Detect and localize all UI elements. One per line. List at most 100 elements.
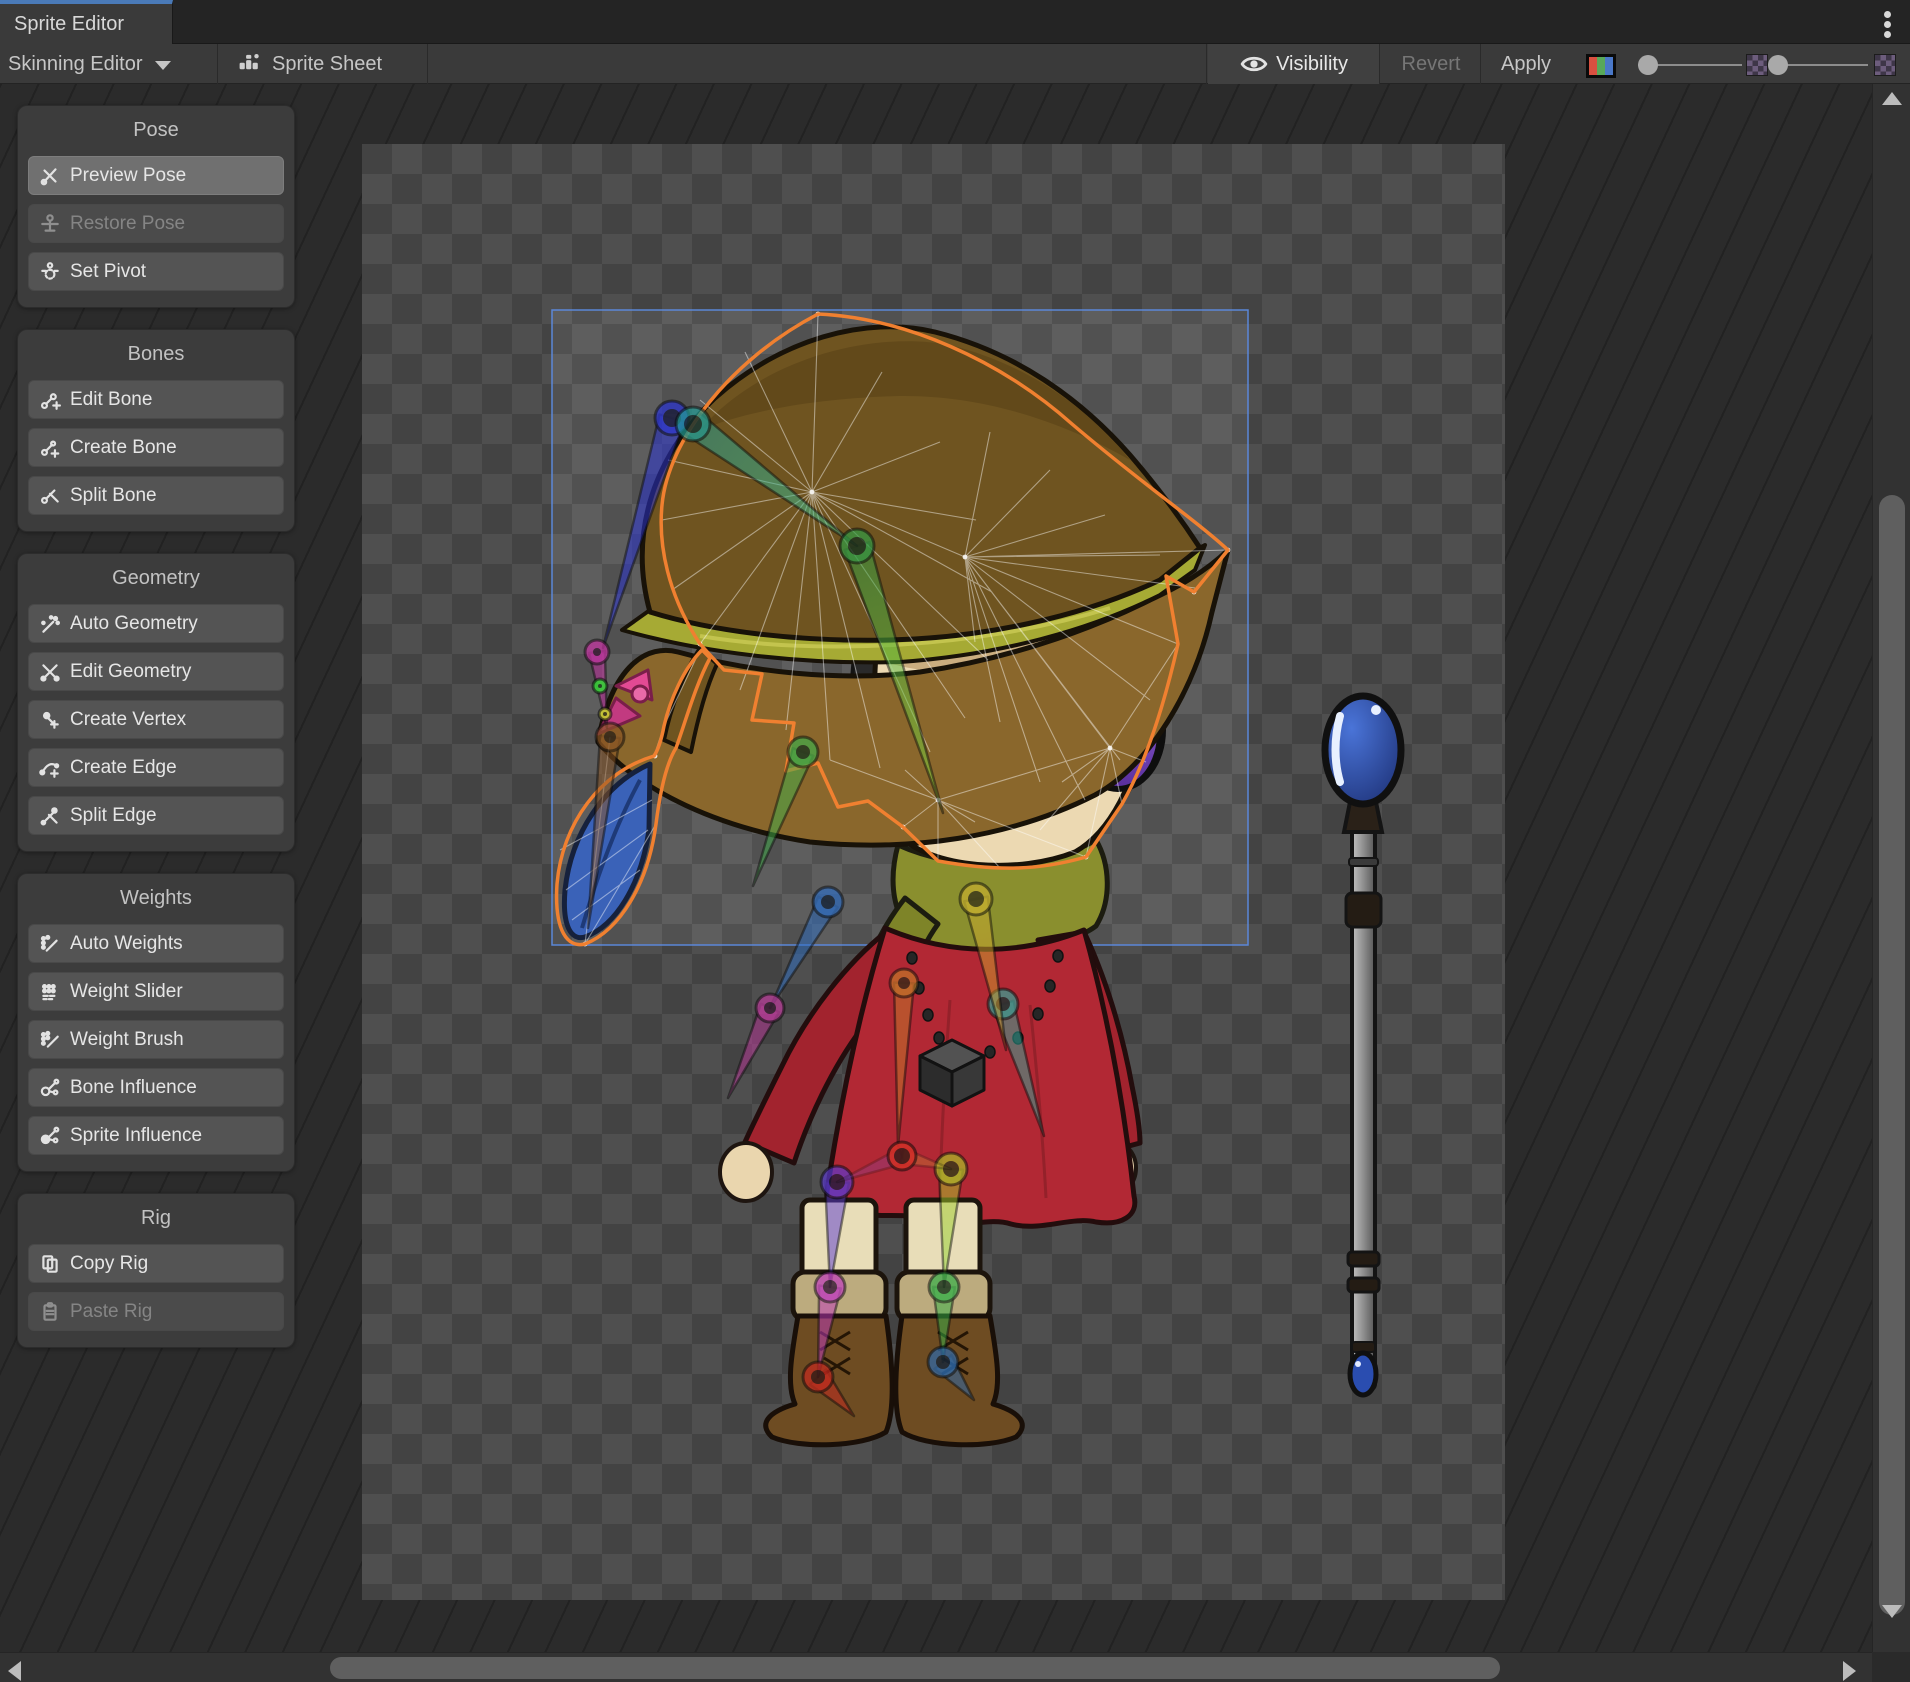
create-vertex-icon [39,709,61,731]
copy-rig-button[interactable]: Copy Rig [28,1244,284,1283]
revert-label: Revert [1402,53,1461,76]
tab-sprite-editor[interactable]: Sprite Editor [0,0,173,44]
joint-tail-joint-yellow[interactable] [599,708,611,720]
preview-pose-button[interactable]: Preview Pose [28,156,284,195]
button-label: Create Vertex [70,709,186,731]
apply-button[interactable]: Apply [1482,44,1570,84]
panel-pose: Pose Preview Pose Restore Pose Set Pivot [17,105,295,308]
panel-title: Rig [18,1204,294,1232]
button-label: Weight Brush [70,1029,184,1051]
visibility-label: Visibility [1276,53,1348,76]
vertical-scroll-thumb[interactable] [1879,495,1905,1615]
create-edge-button[interactable]: Create Edge [28,748,284,787]
button-label: Split Bone [70,485,157,507]
panel-title: Weights [18,884,294,912]
edit-geometry-button[interactable]: Edit Geometry [28,652,284,691]
copy-rig-icon [39,1253,61,1275]
button-label: Split Edge [70,805,157,827]
rgb-channels-swatch[interactable] [1586,54,1616,78]
auto-geometry-icon [39,613,61,635]
horizontal-scroll-thumb[interactable] [330,1657,1500,1679]
apply-label: Apply [1501,53,1551,76]
skinning-editor-label: Skinning Editor [8,53,143,76]
create-bone-icon [39,437,61,459]
panel-title: Pose [18,116,294,144]
auto-weights-icon [39,933,61,955]
bone-influence-icon [39,1077,61,1099]
set-pivot-icon [39,261,61,283]
button-label: Create Bone [70,437,177,459]
button-label: Edit Bone [70,389,152,411]
visibility-button[interactable]: Visibility [1208,44,1380,84]
restore-pose-icon [39,213,61,235]
staff-gem [1350,1353,1376,1395]
canvas-art [362,144,1505,1600]
split-bone-button[interactable]: Split Bone [28,476,284,515]
create-bone-button[interactable]: Create Bone [28,428,284,467]
button-label: Paste Rig [70,1301,152,1323]
button-label: Sprite Influence [70,1125,202,1147]
cube-pendant [920,1040,984,1106]
tool-sidebar: Pose Preview Pose Restore Pose Set Pivot… [17,105,295,1369]
button-label: Restore Pose [70,213,185,235]
button-label: Weight Slider [70,981,183,1003]
panel-geometry: Geometry Auto Geometry Edit Geometry Cre… [17,553,295,852]
scroll-down-arrow[interactable] [1882,1605,1902,1618]
bone-influence-button[interactable]: Bone Influence [28,1068,284,1107]
weight-slider-button[interactable]: Weight Slider [28,972,284,1011]
button-label: Preview Pose [70,165,186,187]
skinning-editor-dropdown[interactable]: Skinning Editor [0,44,185,84]
preview-pose-icon [39,165,61,187]
button-label: Edit Geometry [70,661,191,683]
tab-bar: Sprite Editor [0,0,1910,44]
sprite-influence-button[interactable]: Sprite Influence [28,1116,284,1155]
staff-band [1346,893,1381,927]
panel-title: Bones [18,340,294,368]
weight-brush-button[interactable]: Weight Brush [28,1020,284,1059]
sprite-editor-window: Sprite Editor Skinning Editor Sprite She… [0,0,1910,1682]
vertical-scrollbar[interactable] [1872,84,1910,1652]
button-label: Copy Rig [70,1253,148,1275]
sprite-sheet-icon [237,51,263,77]
sprite-canvas[interactable] [362,144,1505,1600]
edit-geometry-icon [39,661,61,683]
joint-tail-joint-green[interactable] [593,679,607,693]
button-label: Auto Geometry [70,613,198,635]
sprite-opacity-icon[interactable] [1746,54,1768,76]
split-edge-button[interactable]: Split Edge [28,796,284,835]
toolbar: Skinning Editor Sprite Sheet [0,44,1910,84]
create-vertex-button[interactable]: Create Vertex [28,700,284,739]
panel-title: Geometry [18,564,294,592]
panel-weights: Weights Auto Weights Weight Slider Weigh… [17,873,295,1172]
texture-opacity-icon[interactable] [1874,54,1896,76]
joint-hip-root[interactable] [888,1142,916,1170]
scroll-up-arrow[interactable] [1882,92,1902,105]
auto-geometry-button[interactable]: Auto Geometry [28,604,284,643]
opacity-slider-knob-1[interactable] [1638,55,1658,75]
tab-label: Sprite Editor [14,13,124,36]
set-pivot-button[interactable]: Set Pivot [28,252,284,291]
sprite-sheet-label: Sprite Sheet [272,53,382,76]
revert-button[interactable]: Revert [1381,44,1481,84]
sprite-influence-icon [39,1125,61,1147]
scroll-right-arrow[interactable] [1843,1661,1856,1681]
scroll-left-arrow[interactable] [8,1661,21,1681]
panel-rig: Rig Copy Rig Paste Rig [17,1193,295,1348]
weight-brush-icon [39,1029,61,1051]
eye-icon [1240,53,1268,75]
paste-rig-button[interactable]: Paste Rig [28,1292,284,1331]
paste-rig-icon [39,1301,61,1323]
restore-pose-button[interactable]: Restore Pose [28,204,284,243]
split-bone-icon [39,485,61,507]
create-edge-icon [39,757,61,779]
button-label: Bone Influence [70,1077,197,1099]
editor-main-area: Pose Preview Pose Restore Pose Set Pivot… [0,84,1910,1682]
button-label: Create Edge [70,757,177,779]
sprite-sheet-button[interactable]: Sprite Sheet [219,44,400,84]
kebab-menu-icon[interactable] [1884,8,1892,40]
auto-weights-button[interactable]: Auto Weights [28,924,284,963]
edit-bone-button[interactable]: Edit Bone [28,380,284,419]
horizontal-scrollbar[interactable] [0,1652,1872,1682]
chevron-down-icon [155,61,171,70]
opacity-slider-knob-2[interactable] [1768,55,1788,75]
